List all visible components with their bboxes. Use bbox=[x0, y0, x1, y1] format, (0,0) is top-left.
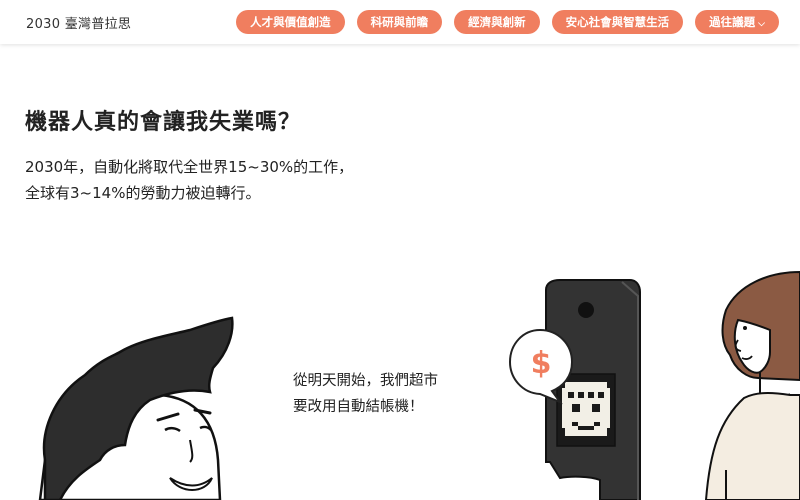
nav-past-topics-dropdown[interactable]: 過往議題 ⌵ bbox=[695, 10, 779, 34]
man-illustration bbox=[38, 316, 234, 500]
nav-economy-innovation[interactable]: 經濟與創新 bbox=[454, 10, 540, 34]
chevron-down-icon: ⌵ bbox=[758, 19, 765, 29]
illustration: $ bbox=[38, 270, 800, 500]
top-header: 2030 臺灣普拉思 人才與價值創造 科研與前瞻 經濟與創新 安心社會與智慧生活… bbox=[0, 0, 800, 44]
woman-illustration bbox=[704, 270, 800, 500]
site-title[interactable]: 2030 臺灣普拉思 bbox=[26, 13, 131, 32]
nav-research-foresight[interactable]: 科研與前瞻 bbox=[356, 10, 443, 34]
camera-icon bbox=[578, 302, 594, 318]
dollar-icon: $ bbox=[531, 346, 552, 381]
main-nav: 人才與價值創造 科研與前瞻 經濟與創新 安心社會與智慧生活 過往議題 ⌵ bbox=[236, 10, 779, 34]
speech-line: 要改用自動結帳機！ bbox=[293, 399, 424, 415]
nav-label: 科研與前瞻 bbox=[370, 15, 429, 29]
nav-talent-value[interactable]: 人才與價值創造 bbox=[236, 10, 345, 34]
nav-society-smart-life[interactable]: 安心社會與智慧生活 bbox=[551, 10, 684, 34]
nav-label: 人才與價值創造 bbox=[250, 15, 331, 29]
nav-label: 經濟與創新 bbox=[468, 15, 526, 29]
speech-line: 從明天開始，我們超市 bbox=[293, 373, 438, 389]
manager-speech-text: 從明天開始，我們超市 要改用自動結帳機！ bbox=[293, 368, 438, 420]
checkout-machine bbox=[545, 279, 641, 500]
nav-label: 安心社會與智慧生活 bbox=[565, 15, 670, 29]
nav-label: 過往議題 bbox=[709, 15, 756, 29]
